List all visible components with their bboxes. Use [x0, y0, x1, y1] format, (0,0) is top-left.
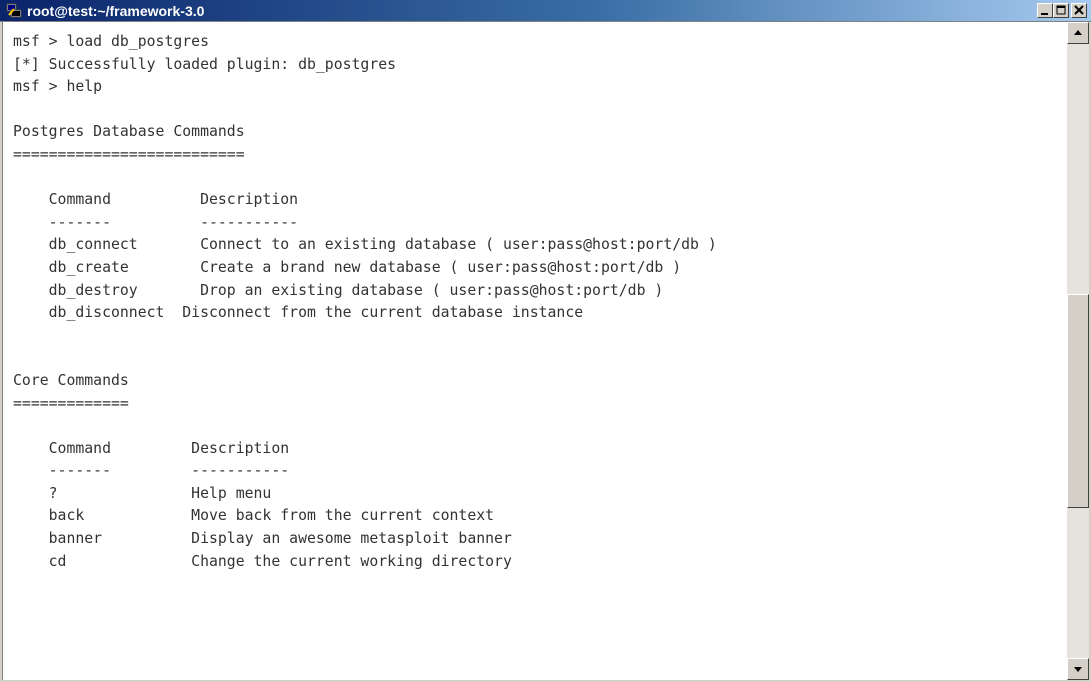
- minimize-icon: [1041, 13, 1048, 15]
- scroll-up-button[interactable]: [1067, 22, 1089, 44]
- terminal-line: banner Display an awesome metasploit ban…: [13, 530, 512, 548]
- close-icon: [1074, 5, 1084, 15]
- terminal-lines: msf > load db_postgres [*] Successfully …: [13, 31, 717, 573]
- terminal-line: db_create Create a brand new database ( …: [13, 258, 682, 276]
- terminal-line: Command Description: [13, 439, 290, 457]
- vertical-scrollbar[interactable]: [1067, 22, 1089, 680]
- terminal-line: ==========================: [13, 145, 245, 163]
- maximize-button[interactable]: [1053, 3, 1069, 18]
- terminal-line: =============: [13, 394, 129, 412]
- terminal-window: root@test:~/framework-3.0 msf > load db_…: [0, 0, 1091, 682]
- terminal-line: msf > load db_postgres: [13, 33, 209, 50]
- terminal-line: Core Commands: [13, 371, 129, 389]
- terminal-line: [*] Successfully loaded plugin: db_postg…: [13, 55, 397, 73]
- terminal-line: db_connect Connect to an existing databa…: [13, 236, 717, 254]
- terminal-line: cd Change the current working directory: [13, 552, 512, 570]
- terminal-line: ------- -----------: [13, 213, 299, 231]
- scroll-up-arrow-icon: [1074, 30, 1082, 35]
- minimize-button[interactable]: [1037, 3, 1053, 18]
- scroll-down-arrow-icon: [1074, 667, 1082, 672]
- scroll-down-button[interactable]: [1067, 658, 1089, 680]
- terminal-line: ------- -----------: [13, 462, 290, 480]
- putty-terminal-icon[interactable]: [6, 3, 22, 19]
- terminal-line: Command Description: [13, 191, 299, 209]
- maximize-icon: [1056, 5, 1066, 15]
- terminal-line: msf > help: [13, 78, 103, 96]
- terminal-output[interactable]: msf > load db_postgres [*] Successfully …: [2, 22, 1067, 680]
- close-button[interactable]: [1071, 3, 1087, 18]
- window-title: root@test:~/framework-3.0: [27, 3, 205, 19]
- terminal-line: Postgres Database Commands: [13, 123, 245, 141]
- terminal-line: db_destroy Drop an existing database ( u…: [13, 281, 664, 299]
- title-bar[interactable]: root@test:~/framework-3.0: [0, 0, 1091, 22]
- terminal-line: ? Help menu: [13, 484, 272, 502]
- terminal-line: back Move back from the current context: [13, 507, 495, 525]
- terminal-line: db_disconnect Disconnect from the curren…: [13, 304, 584, 322]
- scroll-thumb[interactable]: [1067, 294, 1089, 508]
